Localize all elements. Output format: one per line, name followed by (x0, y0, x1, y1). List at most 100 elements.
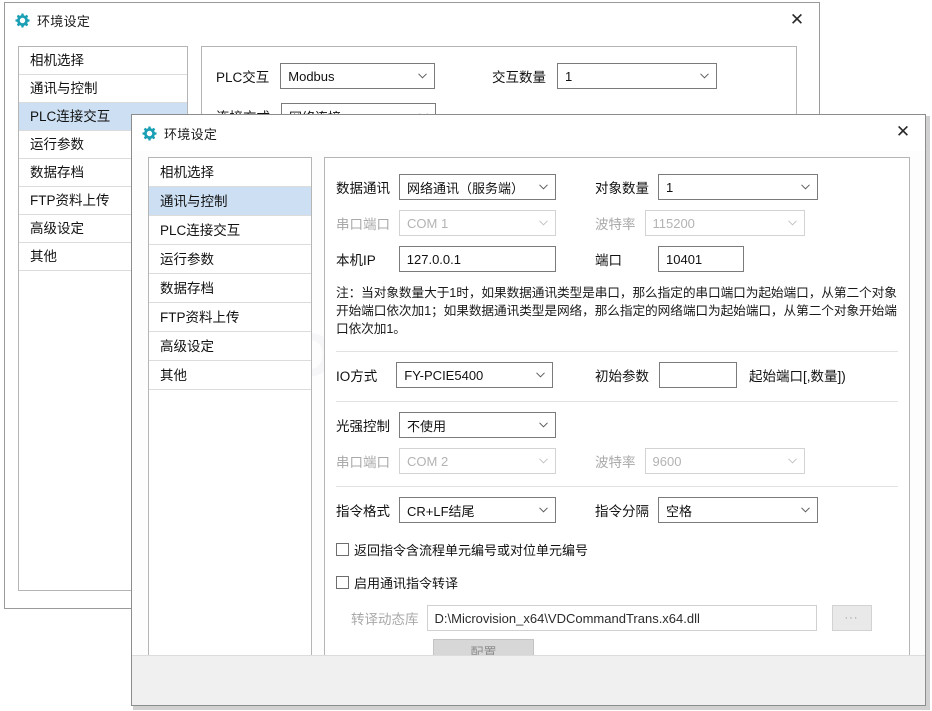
baud-1-combo: 115200 (644, 210, 805, 236)
interact-count-value: 1 (565, 68, 573, 84)
chevron-down-icon (536, 372, 546, 378)
separator-1 (336, 351, 898, 352)
plc-interact-value: Modbus (288, 68, 335, 84)
dialog-content-panel: 数据通讯 网络通讯（服务端） 对象数量 1 串口端口 COM 1 波特率 115… (324, 157, 910, 664)
interact-count-label: 交互数量 (492, 70, 546, 85)
serial-port-1-value: COM 1 (407, 215, 449, 231)
serial-port-1-combo: COM 1 (399, 210, 556, 236)
port-label: 端口 (595, 253, 622, 268)
light-ctrl-label: 光强控制 (336, 419, 390, 434)
enable-trans-checkbox-row[interactable]: 启用通讯指令转译 (336, 573, 458, 592)
io-mode-label: IO方式 (336, 369, 378, 384)
dll-row: 转译动态库 D:\Microvision_x64\VDCommandTrans.… (351, 605, 872, 631)
dialog-title: 环境设定 (164, 126, 218, 142)
enable-trans-label: 启用通讯指令转译 (354, 576, 459, 591)
sidebar-item-1[interactable]: 通讯与控制 (19, 75, 187, 103)
cmd-sep-row: 指令分隔 空格 (595, 497, 818, 523)
chevron-down-icon (801, 507, 810, 513)
dialog-titlebar: 环境设定 ✕ (132, 115, 925, 151)
cmd-format-combo[interactable]: CR+LF结尾 (399, 497, 556, 523)
local-ip-label: 本机IP (336, 253, 376, 268)
interact-count-combo[interactable]: 1 (557, 63, 717, 89)
dll-path-input[interactable]: D:\Microvision_x64\VDCommandTrans.x64.dl… (426, 605, 817, 631)
background-window-title: 环境设定 (37, 13, 91, 29)
dialog-sidebar-item-3[interactable]: 运行参数 (149, 245, 311, 274)
dialog-sidebar-item-7[interactable]: 其他 (149, 361, 311, 390)
browse-button[interactable]: ··· (831, 605, 872, 631)
cmd-sep-value: 空格 (666, 503, 693, 519)
gear-icon (142, 125, 157, 141)
data-comm-label: 数据通讯 (336, 181, 390, 196)
chevron-down-icon (700, 73, 709, 79)
serial-port-2-row: 串口端口 COM 2 (336, 448, 556, 474)
baud-1-row: 波特率 115200 (595, 210, 805, 236)
data-comm-value: 网络通讯（服务端） (407, 180, 525, 196)
light-ctrl-row: 光强控制 不使用 (336, 412, 556, 438)
plc-interact-row: PLC交互 Modbus (216, 63, 436, 89)
baud-1-value: 115200 (652, 215, 695, 231)
dialog-sidebar-item-4[interactable]: 数据存档 (149, 274, 311, 303)
environment-settings-dialog: 环境设定 ✕ VDCOM 相机选择 通讯与控制 PLC连接交互 运行参数 数据存… (131, 114, 926, 706)
init-param-input[interactable] (659, 362, 737, 388)
background-window-titlebar: 环境设定 ✕ (5, 3, 819, 37)
data-comm-combo[interactable]: 网络通讯（服务端） (399, 174, 556, 200)
plc-interact-label: PLC交互 (216, 70, 270, 85)
io-mode-value: FY-PCIE5400 (404, 367, 484, 383)
baud-1-label: 波特率 (595, 217, 636, 232)
chevron-down-icon (539, 458, 548, 464)
checkbox-return-cmd[interactable] (336, 543, 349, 556)
dialog-sidebar: 相机选择 通讯与控制 PLC连接交互 运行参数 数据存档 FTP资料上传 高级设… (148, 157, 312, 662)
checkbox-enable-trans[interactable] (336, 576, 349, 589)
serial-port-2-label: 串口端口 (336, 455, 390, 470)
dialog-sidebar-item-2[interactable]: PLC连接交互 (149, 216, 311, 245)
cmd-sep-label: 指令分隔 (595, 504, 649, 519)
chevron-down-icon (539, 507, 548, 513)
chevron-down-icon (539, 220, 548, 226)
baud-2-label: 波特率 (595, 455, 636, 470)
init-param-label: 初始参数 (595, 369, 649, 384)
object-count-label: 对象数量 (595, 181, 649, 196)
port-row: 端口 10401 (595, 246, 744, 272)
object-count-combo[interactable]: 1 (658, 174, 818, 200)
close-icon[interactable]: ✕ (775, 3, 819, 37)
port-input[interactable]: 10401 (658, 246, 744, 272)
chevron-down-icon (787, 220, 797, 226)
data-comm-row: 数据通讯 网络通讯（服务端） (336, 174, 556, 200)
sidebar-item-0[interactable]: 相机选择 (19, 47, 187, 75)
local-ip-input[interactable]: 127.0.0.1 (398, 246, 556, 272)
note-text: 注：当对象数量大于1时，如果数据通讯类型是串口，那么指定的串口端口为起始端口，从… (336, 286, 897, 336)
cmd-format-row: 指令格式 CR+LF结尾 (336, 497, 556, 523)
close-icon[interactable]: ✕ (881, 115, 925, 149)
chevron-down-icon (418, 73, 428, 79)
return-cmd-checkbox-row[interactable]: 返回指令含流程单元编号或对位单元编号 (336, 540, 588, 559)
dialog-sidebar-item-6[interactable]: 高级设定 (149, 332, 311, 361)
serial-port-2-value: COM 2 (407, 453, 449, 469)
dialog-sidebar-item-5[interactable]: FTP资料上传 (149, 303, 311, 332)
io-mode-combo[interactable]: FY-PCIE5400 (396, 362, 554, 388)
io-mode-row: IO方式 FY-PCIE5400 (336, 362, 554, 388)
light-ctrl-combo[interactable]: 不使用 (399, 412, 556, 438)
serial-port-1-label: 串口端口 (336, 217, 390, 232)
cmd-format-label: 指令格式 (336, 504, 390, 519)
cmd-sep-combo[interactable]: 空格 (658, 497, 818, 523)
init-param-row: 初始参数 起始端口[,数量]) (595, 362, 846, 388)
interact-count-row: 交互数量 1 (492, 63, 717, 89)
serial-port-1-row: 串口端口 COM 1 (336, 210, 556, 236)
return-cmd-label: 返回指令含流程单元编号或对位单元编号 (354, 543, 589, 558)
object-count-value: 1 (666, 179, 674, 195)
serial-port-2-combo: COM 2 (399, 448, 556, 474)
cmd-format-value: CR+LF结尾 (407, 503, 475, 519)
plc-interact-combo[interactable]: Modbus (280, 63, 436, 89)
init-param-hint: 起始端口[,数量]) (749, 369, 846, 384)
separator-2 (336, 401, 898, 402)
baud-2-row: 波特率 9600 (595, 448, 805, 474)
dialog-sidebar-item-0[interactable]: 相机选择 (149, 158, 311, 187)
light-ctrl-value: 不使用 (407, 418, 447, 434)
chevron-down-icon (539, 422, 548, 428)
baud-2-combo: 9600 (644, 448, 805, 474)
screen: 环境设定 ✕ 相机选择 通讯与控制 PLC连接交互 运行参数 数据存档 FTP资… (0, 0, 932, 711)
baud-2-value: 9600 (652, 453, 682, 469)
dialog-sidebar-item-1[interactable]: 通讯与控制 (149, 187, 311, 216)
separator-3 (336, 486, 898, 487)
chevron-down-icon (787, 458, 797, 464)
